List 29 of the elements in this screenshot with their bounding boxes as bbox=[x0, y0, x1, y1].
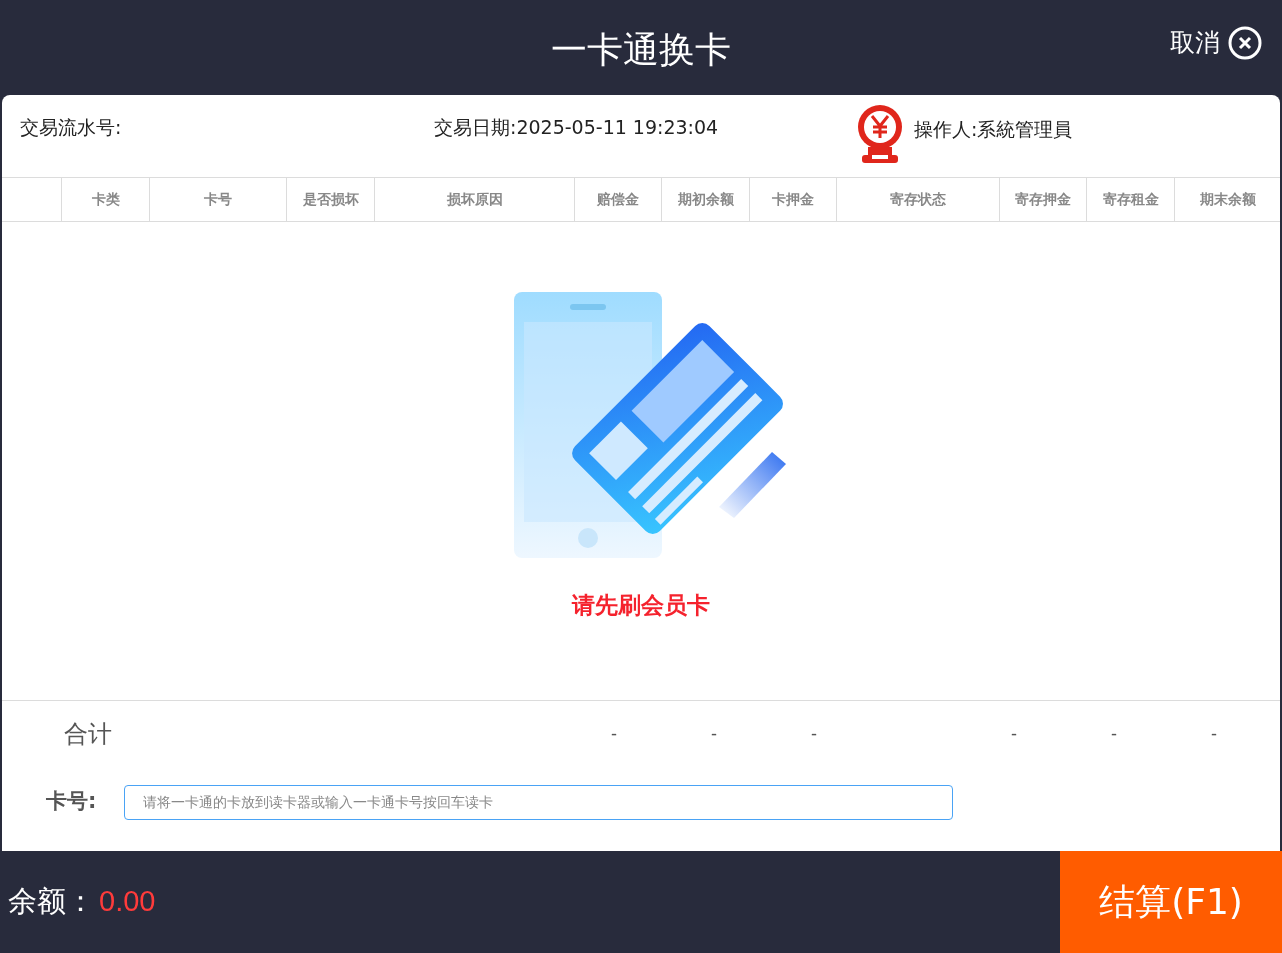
close-icon bbox=[1228, 25, 1262, 60]
card-number-field[interactable]: 请将一卡通的卡放到读卡器或输入一卡通卡号按回车读卡 bbox=[124, 784, 953, 820]
column-header: 损坏原因 bbox=[375, 178, 575, 221]
balance-label: 余额： bbox=[8, 883, 95, 921]
total-value: - bbox=[1011, 722, 1017, 746]
column-header: 卡号 bbox=[150, 178, 287, 221]
column-header: 寄存状态 bbox=[837, 178, 1000, 221]
column-header: 寄存租金 bbox=[1087, 178, 1175, 221]
transaction-date: 交易日期:2025-05-11 19:23:04 bbox=[434, 115, 720, 140]
column-header: 期初余额 bbox=[662, 178, 750, 221]
column-header: 期末余额 bbox=[1198, 190, 1257, 209]
column-header: 寄存押金 bbox=[1000, 178, 1087, 221]
total-value: - bbox=[1211, 722, 1217, 746]
operator-name: 操作人:系統管理員 bbox=[914, 117, 1073, 142]
column-header: 卡押金 bbox=[750, 178, 837, 221]
empty-message: 请先刷会员卡 bbox=[572, 591, 710, 620]
totals-label: 合计 bbox=[64, 719, 113, 750]
total-value: - bbox=[611, 722, 617, 746]
cancel-button[interactable]: 取消 bbox=[1170, 24, 1262, 62]
total-value: - bbox=[711, 722, 717, 746]
total-value: - bbox=[811, 722, 817, 746]
total-value: - bbox=[1111, 722, 1117, 746]
column-header: 是否损坏 bbox=[287, 178, 375, 221]
column-header: 赔偿金 bbox=[575, 178, 662, 221]
balance-amount: 0.00 bbox=[99, 884, 156, 920]
serial-number-label: 交易流水号: bbox=[20, 115, 123, 140]
column-header: 卡类 bbox=[62, 178, 150, 221]
card-number-label: 卡号: bbox=[46, 788, 98, 816]
window-title: 一卡通换卡 bbox=[551, 28, 731, 72]
